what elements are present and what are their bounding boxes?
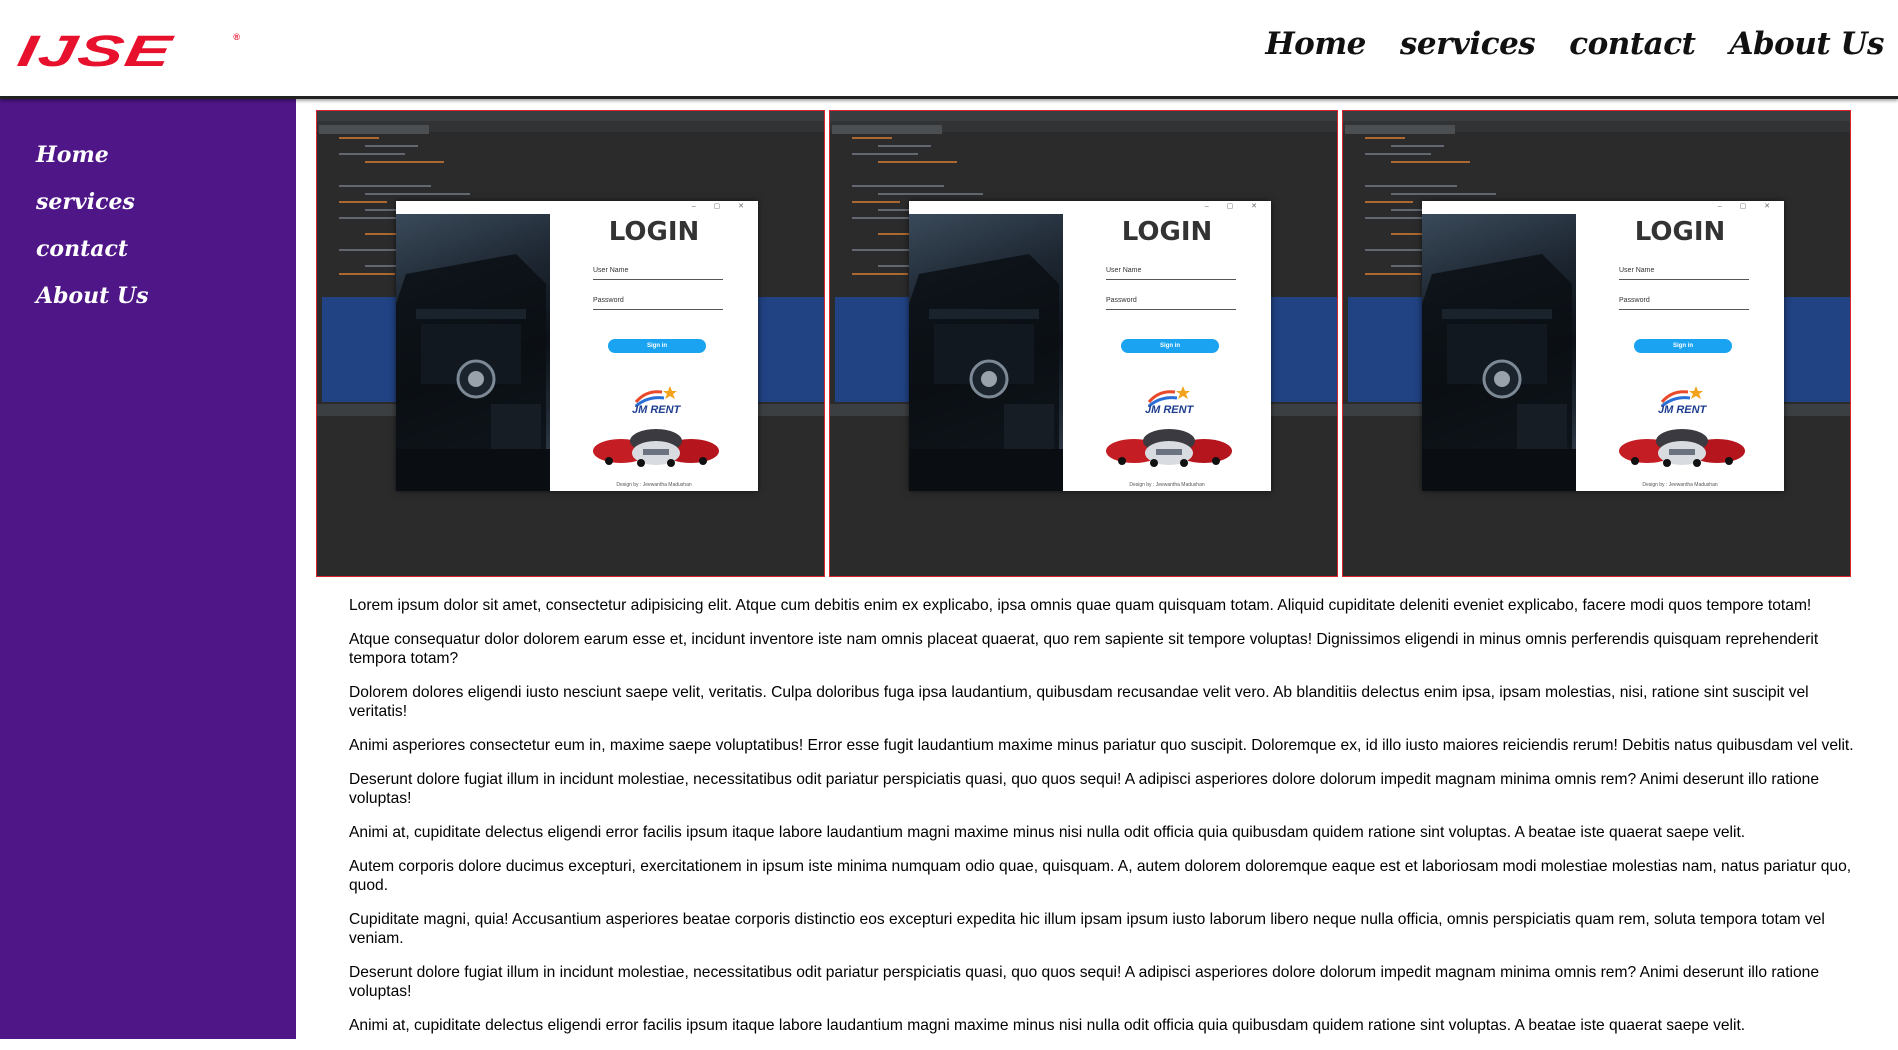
content-paragraph: Atque consequatur dolor dolorem earum es… [349,631,1819,667]
app-name: JM RENT [1145,404,1194,416]
code-line [852,201,900,203]
content-paragraph: Lorem ipsum dolor sit amet, consectetur … [349,597,1812,614]
code-line [339,153,405,155]
car-photo [396,214,550,491]
gallery-image: – ▢ ✕ LOGIN User Name Password Sign in J… [316,110,825,577]
content-paragraph: Deserunt dolore fugiat illum in incidunt… [349,771,1820,807]
logo-text: IJSE [14,27,177,76]
ide-tabbar [317,121,824,134]
code-line [1391,161,1470,163]
password-label: Password [1106,297,1137,304]
window-controls-icon: – ▢ ✕ [1204,203,1265,210]
window-controls-icon: – ▢ ✕ [691,203,752,210]
code-line [852,185,944,187]
password-label: Password [593,297,624,304]
app-name: JM RENT [632,404,681,416]
code-line [365,193,470,195]
ijse-logo[interactable]: IJSE ® [14,27,240,76]
cars-icon [1619,429,1745,467]
sidebar-navigation: Home services contact About Us [36,143,149,308]
code-line [1365,185,1457,187]
designer-credit: Design by : Jeewantha Madushan [1129,482,1205,488]
code-line [1365,201,1413,203]
main-content: Lorem ipsum dolor sit amet, consectetur … [349,596,1867,1050]
content-paragraph: Deserunt dolore fugiat illum in incidunt… [349,964,1820,1000]
app-name: JM RENT [1658,404,1707,416]
ide-titlebar [317,111,824,121]
code-line [878,145,931,147]
username-input[interactable] [1106,279,1236,280]
designer-credit: Design by : Jeewantha Madushan [616,482,692,488]
content-paragraph: Animi asperiores consectetur eum in, max… [349,737,1854,754]
password-input[interactable] [1106,309,1236,310]
login-dialog: – ▢ ✕ LOGIN User Name Password Sign in J… [1422,201,1784,491]
dialog-titlebar: – ▢ ✕ [396,201,758,214]
top-navigation: Home services contact About Us [1265,26,1884,62]
designer-credit: Design by : Jeewantha Madushan [1642,482,1718,488]
sidebar-item-services[interactable]: services [36,190,149,214]
code-line [339,185,431,187]
ide-tabbar [830,121,1337,134]
code-line [852,153,918,155]
gallery-image: – ▢ ✕ LOGIN User Name Password Sign in J… [829,110,1338,577]
code-line [339,137,379,139]
login-title: LOGIN [608,217,700,247]
code-line [339,273,395,275]
car-photo [1422,214,1576,491]
username-label: User Name [1106,267,1142,274]
content-paragraph: Cupiditate magni, quia! Accusantium aspe… [349,911,1825,947]
registered-mark: ® [233,32,240,42]
topnav-services-link[interactable]: services [1400,26,1536,62]
username-input[interactable] [593,279,723,280]
username-label: User Name [593,267,629,274]
login-title: LOGIN [1634,217,1726,247]
code-line [852,273,908,275]
code-line [365,161,444,163]
sign-in-button[interactable]: Sign in [608,339,706,353]
sidebar: Home services contact About Us [0,99,296,1039]
topnav-about-link[interactable]: About Us [1729,26,1884,62]
gallery-image: – ▢ ✕ LOGIN User Name Password Sign in J… [1342,110,1851,577]
username-label: User Name [1619,267,1655,274]
code-line [1365,137,1405,139]
content-paragraph: Dolorem dolores eligendi iusto nesciunt … [349,684,1809,720]
ide-titlebar [1343,111,1850,121]
password-label: Password [1619,297,1650,304]
code-line [1365,273,1421,275]
login-title: LOGIN [1121,217,1213,247]
car-photo [909,214,1063,491]
dialog-titlebar: – ▢ ✕ [1422,201,1784,214]
topnav-home-link[interactable]: Home [1265,26,1366,62]
code-line [339,201,387,203]
site-header: IJSE ® Home services contact About Us [0,0,1898,99]
username-input[interactable] [1619,279,1749,280]
ide-tabbar [1343,121,1850,134]
cars-icon [593,429,719,467]
sign-in-button[interactable]: Sign in [1634,339,1732,353]
code-line [1391,145,1444,147]
topnav-contact-link[interactable]: contact [1569,26,1696,62]
sign-in-button[interactable]: Sign in [1121,339,1219,353]
ide-titlebar [830,111,1337,121]
window-controls-icon: – ▢ ✕ [1717,203,1778,210]
password-input[interactable] [593,309,723,310]
screenshot-gallery: – ▢ ✕ LOGIN User Name Password Sign in J… [316,110,1852,577]
code-line [365,145,418,147]
password-input[interactable] [1619,309,1749,310]
code-line [852,137,892,139]
code-line [878,193,983,195]
login-dialog: – ▢ ✕ LOGIN User Name Password Sign in J… [909,201,1271,491]
cars-icon [1106,429,1232,467]
sidebar-item-home[interactable]: Home [36,143,149,167]
content-paragraph: Animi at, cupiditate delectus eligendi e… [349,824,1746,841]
dialog-titlebar: – ▢ ✕ [909,201,1271,214]
sidebar-item-contact[interactable]: contact [36,237,149,261]
login-dialog: – ▢ ✕ LOGIN User Name Password Sign in J… [396,201,758,491]
sidebar-item-about[interactable]: About Us [36,284,149,308]
content-paragraph: Autem corporis dolore ducimus excepturi,… [349,858,1852,894]
content-paragraph: Animi at, cupiditate delectus eligendi e… [349,1017,1746,1034]
code-line [1365,153,1431,155]
code-line [1391,193,1496,195]
code-line [878,161,957,163]
